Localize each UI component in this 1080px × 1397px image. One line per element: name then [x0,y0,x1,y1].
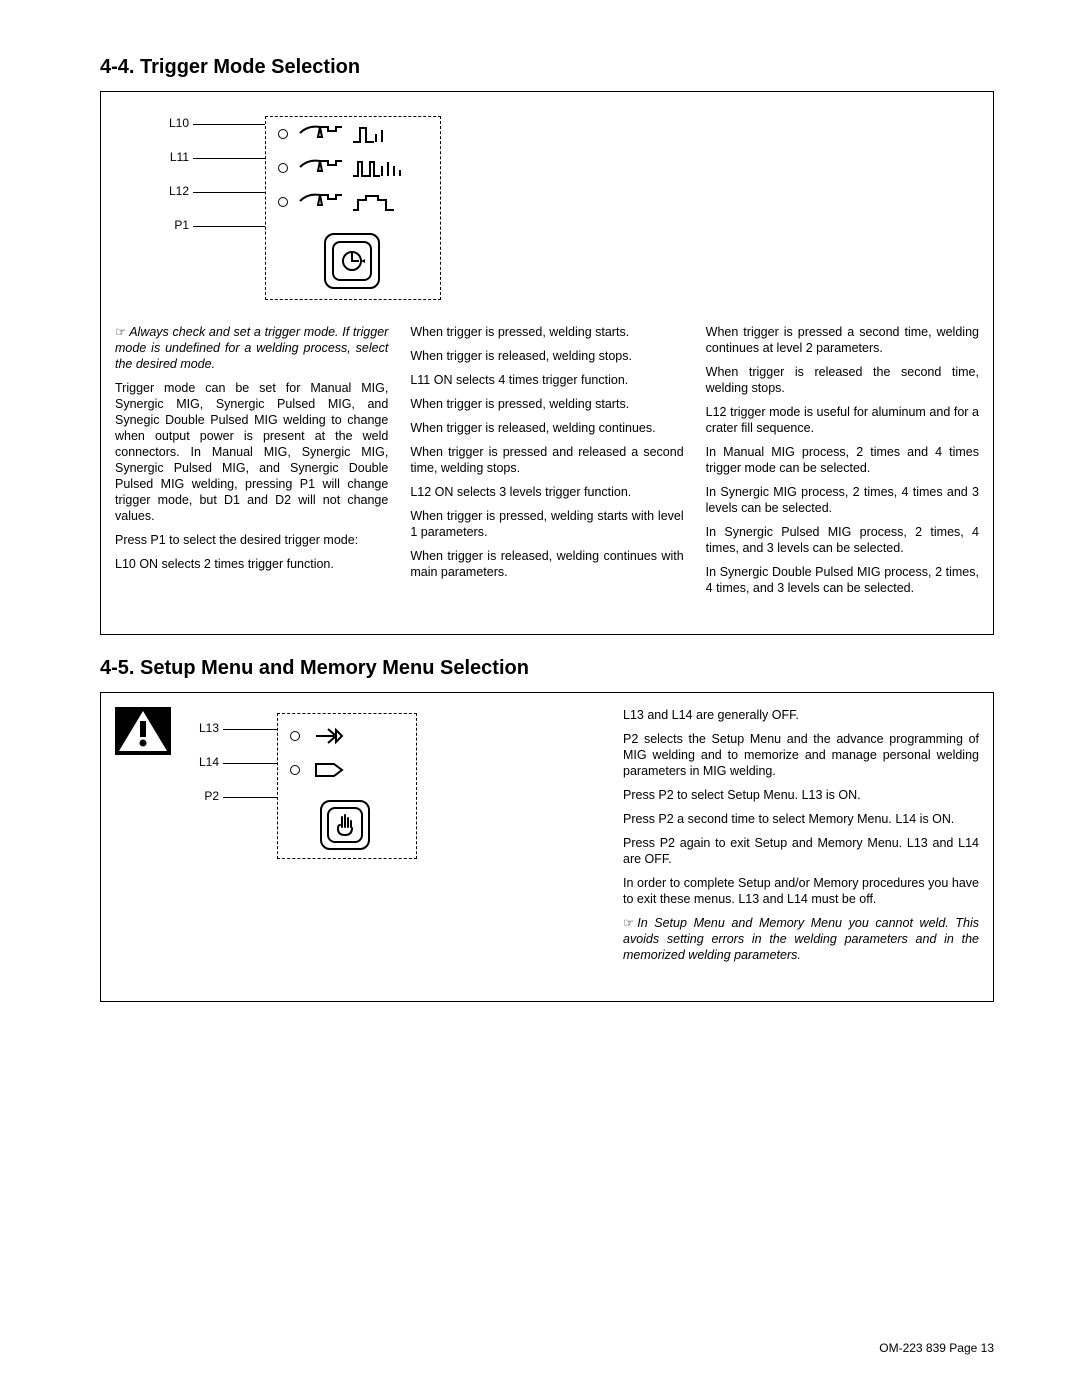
body-text: When trigger is pressed, welding starts. [410,396,683,412]
body-text: Press P2 again to exit Setup and Memory … [623,835,979,867]
trigger-row-3l [278,191,396,213]
figure-setup-panel: L13 L14 P2 [185,707,425,867]
body-text: L12 ON selects 3 levels trigger function… [410,484,683,500]
led-icon [290,765,300,775]
body-text: In order to complete Setup and/or Memory… [623,875,979,907]
led-icon [278,129,288,139]
body-text: When trigger is released, welding stops. [410,348,683,364]
body-text: P2 selects the Setup Menu and the advanc… [623,731,979,779]
pulse-3level-icon [352,192,396,212]
label-l12: L12 [155,184,189,198]
pointer-icon: ☞ [115,324,125,340]
memory-row [290,760,344,780]
setup-menu-panel [277,713,417,859]
body-text: L12 trigger mode is useful for aluminum … [706,404,979,436]
body-text: Press P2 to select Setup Menu. L13 is ON… [623,787,979,803]
body-text: In Synergic Double Pulsed MIG process, 2… [706,564,979,596]
column-2: When trigger is pressed, welding starts.… [410,324,683,604]
body-text: When trigger is pressed a second time, w… [706,324,979,356]
section-4-4-title: 4-4. Trigger Mode Selection [100,56,994,79]
body-text: When trigger is pressed, welding starts. [410,324,683,340]
led-icon [278,197,288,207]
label-l11: L11 [155,150,189,164]
label-p1: P1 [155,218,189,232]
body-text: In Manual MIG process, 2 times and 4 tim… [706,444,979,476]
column-3: When trigger is pressed a second time, w… [706,324,979,604]
tag-icon [314,760,344,780]
body-text: Press P2 a second time to select Memory … [623,811,979,827]
section-4-5-title: 4-5. Setup Menu and Memory Menu Selectio… [100,657,994,680]
body-text: When trigger is released, welding contin… [410,420,683,436]
section-4-5-text: L13 and L14 are generally OFF. P2 select… [623,707,979,971]
body-text: L13 and L14 are generally OFF. [623,707,979,723]
p1-button[interactable] [324,233,380,289]
body-text: Press P1 to select the desired trigger m… [115,532,388,548]
section-4-4-box: L10 L11 L12 P1 [100,91,994,635]
column-1: ☞Always check and set a trigger mode. If… [115,324,388,604]
arrow-right-icon [314,726,344,746]
trigger-cycle-icon [339,248,365,274]
mig-gun-icon [298,191,342,213]
led-icon [290,731,300,741]
hand-press-icon [334,813,356,837]
section-4-4-columns: ☞Always check and set a trigger mode. If… [115,324,979,604]
body-text: When trigger is released, welding contin… [410,548,683,580]
trigger-row-4t [278,157,402,179]
warning-icon [115,707,171,755]
body-text: When trigger is pressed, welding starts … [410,508,683,540]
mig-gun-icon [298,123,342,145]
label-l10: L10 [155,116,189,130]
mig-gun-icon [298,157,342,179]
body-text: When trigger is released the second time… [706,364,979,396]
body-text: L10 ON selects 2 times trigger function. [115,556,388,572]
pulse-2t-icon [352,124,392,144]
p2-button[interactable] [320,800,370,850]
pulse-4t-icon [352,158,402,178]
label-l14: L14 [185,755,219,769]
led-icon [278,163,288,173]
note-text: ☞In Setup Menu and Memory Menu you canno… [623,915,979,963]
body-text: Trigger mode can be set for Manual MIG, … [115,380,388,524]
figure-trigger-panel: L10 L11 L12 P1 [155,110,465,310]
label-p2: P2 [185,789,219,803]
trigger-row-2t [278,123,392,145]
trigger-mode-panel [265,116,441,300]
body-text: In Synergic MIG process, 2 times, 4 time… [706,484,979,516]
body-text: When trigger is pressed and released a s… [410,444,683,476]
body-text: L11 ON selects 4 times trigger function. [410,372,683,388]
setup-row [290,726,344,746]
body-text: In Synergic Pulsed MIG process, 2 times,… [706,524,979,556]
label-l13: L13 [185,721,219,735]
section-4-5-box: L13 L14 P2 [100,692,994,1002]
page-footer: OM-223 839 Page 13 [879,1341,994,1355]
note-text: ☞Always check and set a trigger mode. If… [115,324,388,372]
pointer-icon: ☞ [623,915,633,931]
